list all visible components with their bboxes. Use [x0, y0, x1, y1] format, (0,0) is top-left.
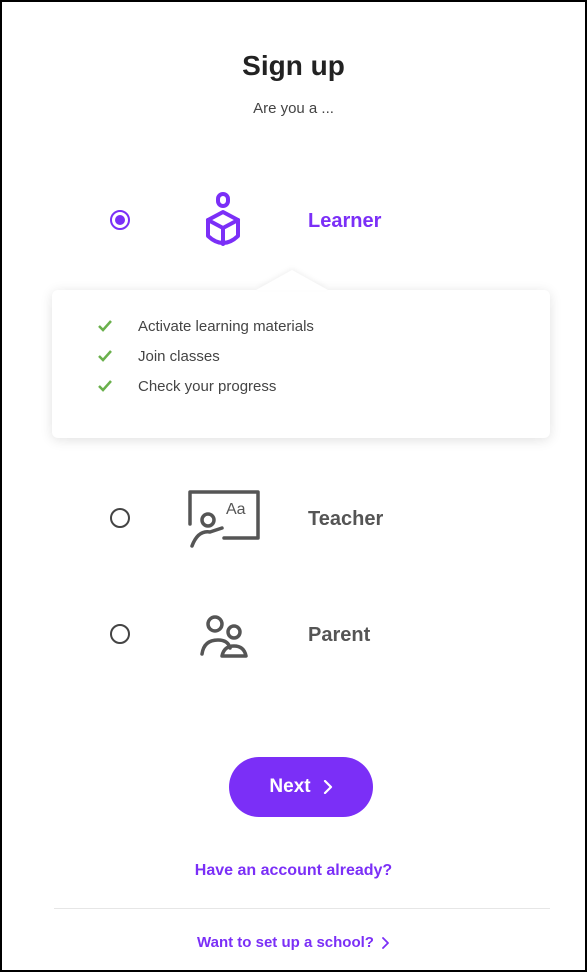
- parent-radio[interactable]: [110, 624, 130, 644]
- benefit-item: Check your progress: [98, 376, 550, 406]
- benefit-item: Activate learning materials: [98, 316, 550, 346]
- benefit-text: Activate learning materials: [138, 318, 314, 335]
- check-icon: [98, 350, 112, 362]
- parent-label: Parent: [308, 624, 371, 646]
- benefit-item: Join classes: [98, 346, 550, 376]
- role-option-parent[interactable]: Parent: [102, 606, 502, 666]
- role-option-learner[interactable]: Learner: [102, 192, 502, 252]
- check-icon: [98, 380, 112, 392]
- chevron-right-icon: [323, 780, 332, 794]
- teacher-label: Teacher: [308, 508, 384, 530]
- benefits-list: Activate learning materials Join classes…: [52, 290, 550, 406]
- divider: [54, 908, 550, 909]
- benefit-text: Join classes: [138, 348, 220, 365]
- role-option-teacher[interactable]: Aa Teacher: [102, 490, 502, 550]
- learner-benefits-card: Activate learning materials Join classes…: [52, 270, 550, 438]
- next-button-label: Next: [269, 776, 311, 797]
- benefit-text: Check your progress: [138, 378, 277, 395]
- learner-icon: [206, 192, 240, 246]
- teacher-board-icon: Aa: [188, 490, 260, 548]
- page-title: Sign up: [242, 50, 345, 81]
- learner-radio[interactable]: [110, 210, 130, 230]
- page-subtitle: Are you a ...: [253, 100, 334, 117]
- teacher-icon-text: Aa: [226, 501, 246, 518]
- learner-label: Learner: [308, 210, 382, 232]
- have-account-link[interactable]: Have an account already?: [2, 862, 585, 880]
- set-up-school-link[interactable]: Want to set up a school?: [2, 934, 585, 951]
- chevron-right-icon: [382, 936, 389, 949]
- card-pointer: [256, 270, 328, 290]
- teacher-radio[interactable]: [110, 508, 130, 528]
- check-icon: [98, 320, 112, 332]
- signup-panel: Sign up Are you a ... Learner Activate l…: [0, 0, 587, 972]
- parent-icon: [200, 615, 248, 658]
- next-button[interactable]: Next: [229, 757, 373, 817]
- set-up-school-label: Want to set up a school?: [197, 934, 374, 951]
